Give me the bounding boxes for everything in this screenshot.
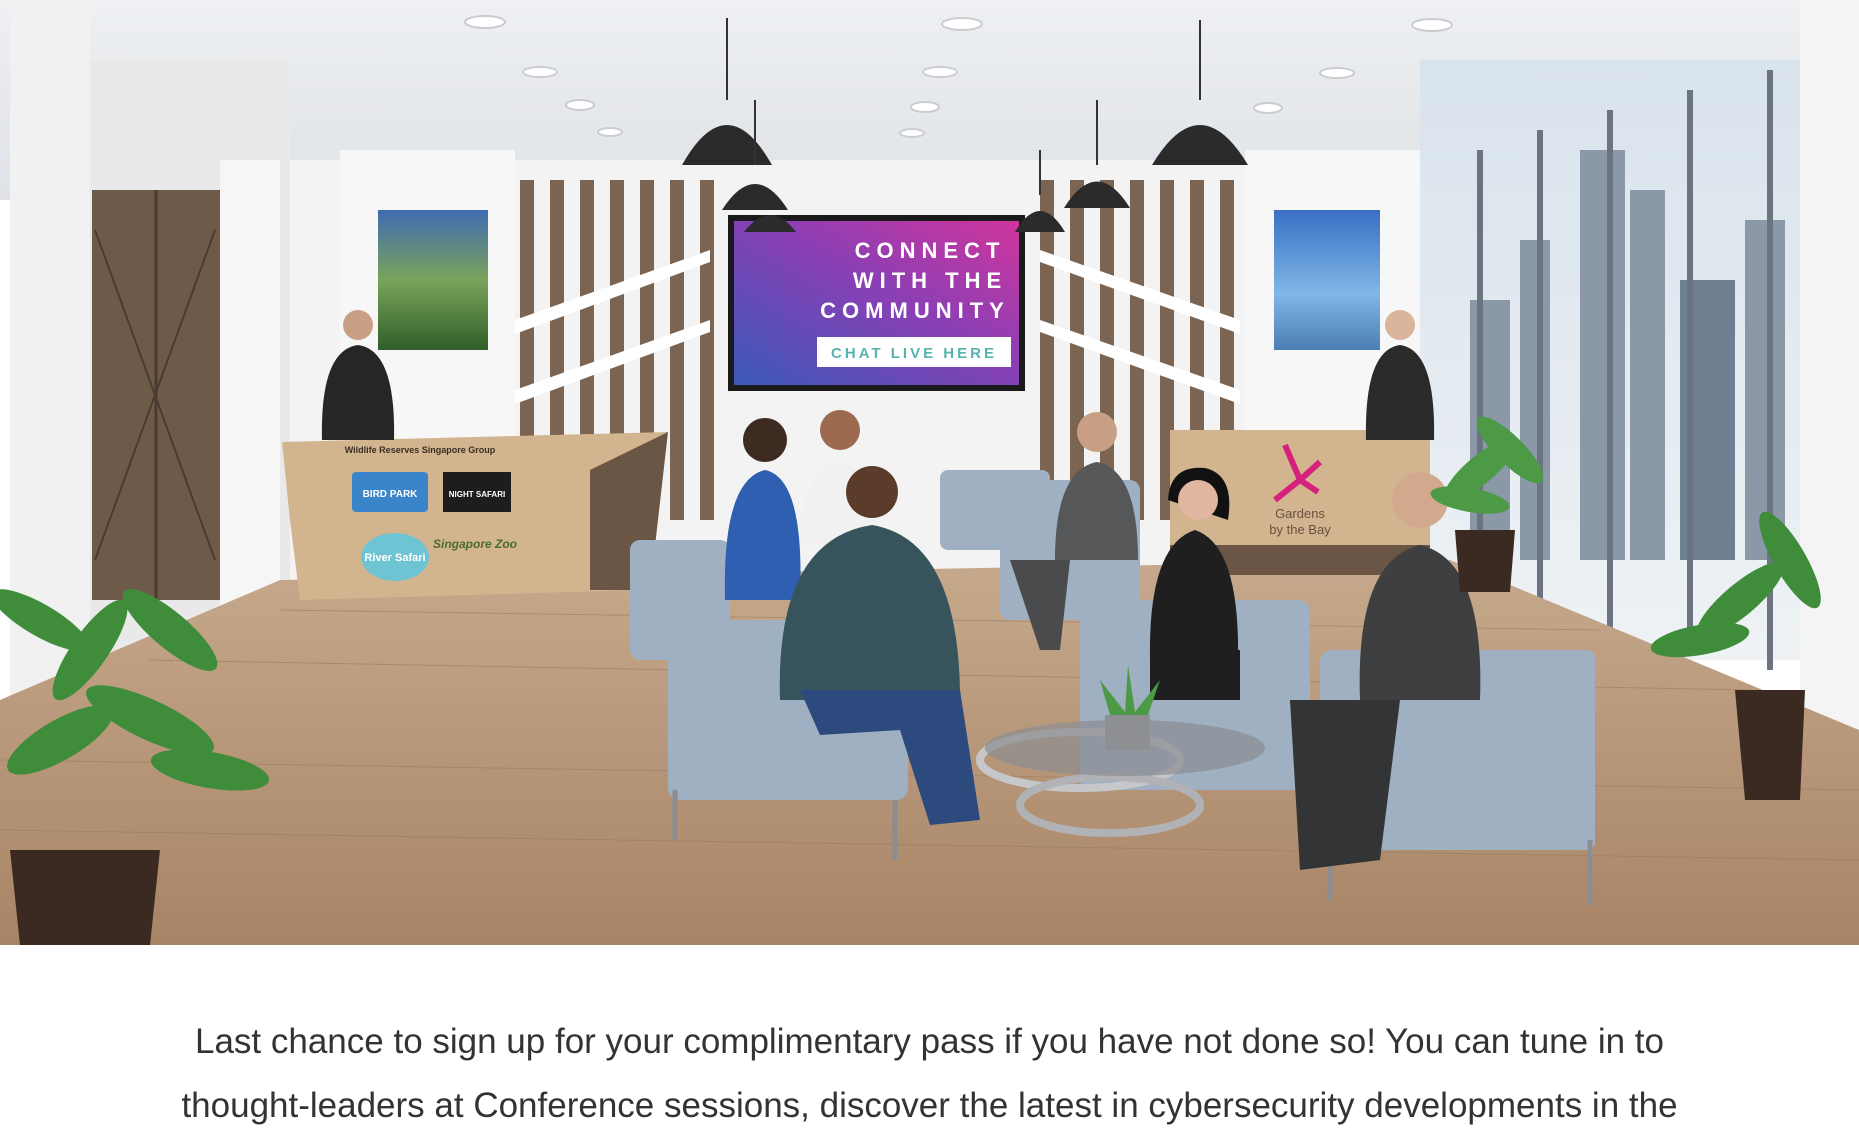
svg-text:by the Bay: by the Bay bbox=[1269, 522, 1331, 537]
virtual-lounge-banner: CONNECT WITH THE COMMUNITY CHAT LIVE HER… bbox=[0, 0, 1859, 945]
caption-line-2: thought-leaders at Conference sessions, … bbox=[181, 1086, 1678, 1125]
wrs-group-label: Wildlife Reserves Singapore Group bbox=[345, 445, 496, 455]
chat-live-label: CHAT LIVE HERE bbox=[831, 345, 997, 362]
svg-text:BIRD PARK: BIRD PARK bbox=[363, 489, 419, 500]
caption-line-1: Last chance to sign up for your complime… bbox=[195, 1022, 1664, 1061]
screen-line-2: WITH THE bbox=[853, 268, 1007, 293]
screen-line-3: COMMUNITY bbox=[820, 298, 1010, 323]
promo-caption: Last chance to sign up for your complime… bbox=[0, 1010, 1859, 1138]
singapore-zoo-logo: Singapore Zoo bbox=[433, 537, 517, 551]
screen-line-1: CONNECT bbox=[855, 238, 1006, 263]
wildlife-poster bbox=[378, 210, 488, 350]
svg-text:River Safari: River Safari bbox=[364, 552, 425, 564]
svg-text:NIGHT SAFARI: NIGHT SAFARI bbox=[449, 490, 505, 499]
gardens-poster bbox=[1274, 210, 1380, 350]
svg-text:Gardens: Gardens bbox=[1275, 506, 1325, 521]
